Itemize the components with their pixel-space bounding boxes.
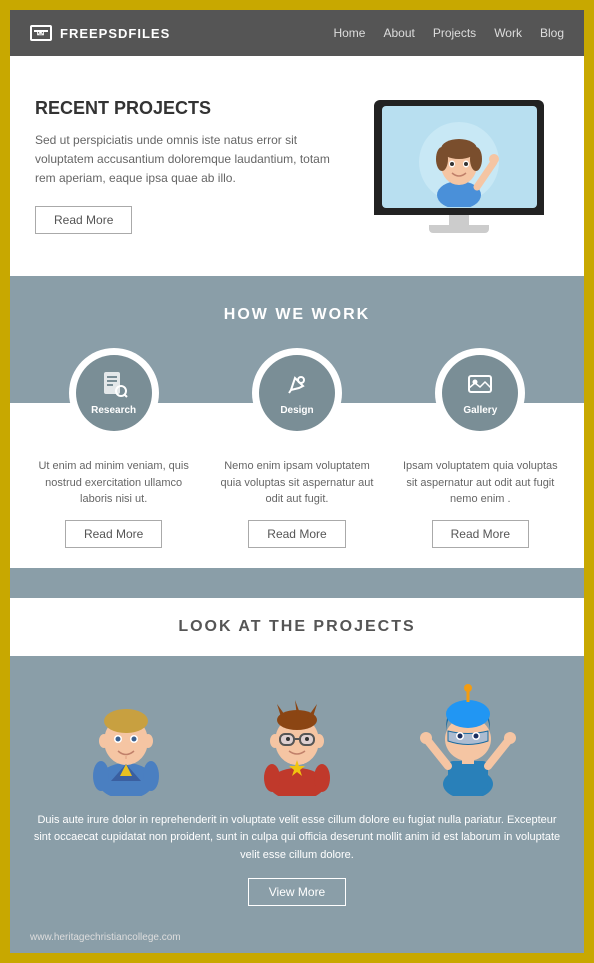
design-read-more[interactable]: Read More	[248, 520, 345, 548]
rp-image	[359, 100, 559, 233]
nav-item-work[interactable]: Work	[494, 26, 522, 40]
how-we-work-title: HOW WE WORK	[30, 306, 564, 324]
card-circle-gallery: Gallery	[435, 348, 525, 438]
gallery-desc-text: Ipsam voluptatem quia voluptas sit asper…	[397, 458, 564, 508]
recent-projects-section: Recent PROJECTS Sed ut perspiciatis unde…	[10, 56, 584, 276]
design-label: Design	[280, 405, 313, 416]
card-circle-inner-research: Research	[76, 355, 152, 431]
view-more-button[interactable]: View More	[248, 878, 346, 906]
nav-item-projects[interactable]: Projects	[433, 26, 476, 40]
avatar-svg-1	[76, 676, 176, 796]
look-projects-title: LOOK AT THE PROJECTS	[30, 618, 564, 636]
monitor-stand-neck	[449, 215, 469, 225]
card-circle-inner-gallery: Gallery	[442, 355, 518, 431]
design-desc-text: Nemo enim ipsam voluptatem quia voluptas…	[213, 458, 380, 508]
character-svg	[399, 107, 519, 207]
read-more-button[interactable]: Read More	[35, 206, 132, 234]
page-wrapper: FREEPSDFILES Home About Projects Work Bl…	[8, 8, 586, 955]
rp-title: Recent PROJECTS	[35, 98, 339, 119]
how-we-work-section: HOW WE WORK	[10, 276, 584, 598]
gallery-label: Gallery	[463, 405, 497, 416]
research-read-more[interactable]: Read More	[65, 520, 162, 548]
card-circle-research: Research	[69, 348, 159, 438]
avatar-item-3	[413, 666, 523, 796]
nav-item-blog[interactable]: Blog	[540, 26, 564, 40]
logo-icon	[30, 25, 52, 41]
monitor-stand-base	[429, 225, 489, 233]
nav-item-home[interactable]: Home	[333, 26, 365, 40]
footer-link: www.heritagechristiancollege.com	[10, 926, 584, 953]
avatar-item-2	[242, 666, 352, 796]
research-icon	[100, 370, 128, 402]
research-label: Research	[91, 405, 136, 416]
gallery-icon	[466, 370, 494, 402]
rp-text: Recent PROJECTS Sed ut perspiciatis unde…	[35, 98, 339, 235]
rp-title-bold: PROJECTS	[114, 98, 211, 118]
logo-text: FREEPSDFILES	[60, 26, 170, 41]
avatar-item-1	[71, 666, 181, 796]
design-icon	[283, 370, 311, 402]
header: FREEPSDFILES Home About Projects Work Bl…	[10, 10, 584, 56]
cards-desc-row: Ut enim ad minim veniam, quis nostrud ex…	[30, 458, 564, 548]
card-desc-gallery: Ipsam voluptatem quia voluptas sit asper…	[397, 458, 564, 548]
avatars-row	[10, 656, 584, 796]
look-projects-section: LOOK AT THE PROJECTS	[10, 598, 584, 636]
card-desc-design: Nemo enim ipsam voluptatem quia voluptas…	[213, 458, 380, 548]
card-desc-research: Ut enim ad minim veniam, quis nostrud ex…	[30, 458, 197, 548]
monitor-screen	[374, 100, 544, 215]
projects-desc-text: Duis aute irure dolor in reprehenderit i…	[30, 812, 564, 865]
cards-row: Research Design	[30, 348, 564, 448]
nav-item-about[interactable]: About	[383, 26, 414, 40]
nav: Home About Projects Work Blog	[333, 26, 564, 40]
avatar-svg-3	[418, 676, 518, 796]
logo: FREEPSDFILES	[30, 25, 170, 41]
rp-title-regular: Recent	[35, 98, 109, 118]
projects-desc: Duis aute irure dolor in reprehenderit i…	[10, 796, 584, 927]
card-circle-inner-design: Design	[259, 355, 335, 431]
card-circle-design: Design	[252, 348, 342, 438]
card-research: Research	[30, 348, 197, 448]
monitor-illustration	[374, 100, 544, 233]
card-gallery: Gallery	[397, 348, 564, 448]
rp-description: Sed ut perspiciatis unde omnis iste natu…	[35, 131, 339, 189]
monitor-screen-inner	[382, 106, 537, 208]
research-desc-text: Ut enim ad minim veniam, quis nostrud ex…	[30, 458, 197, 508]
card-design: Design	[213, 348, 380, 448]
gallery-read-more[interactable]: Read More	[432, 520, 529, 548]
avatar-svg-2	[247, 676, 347, 796]
